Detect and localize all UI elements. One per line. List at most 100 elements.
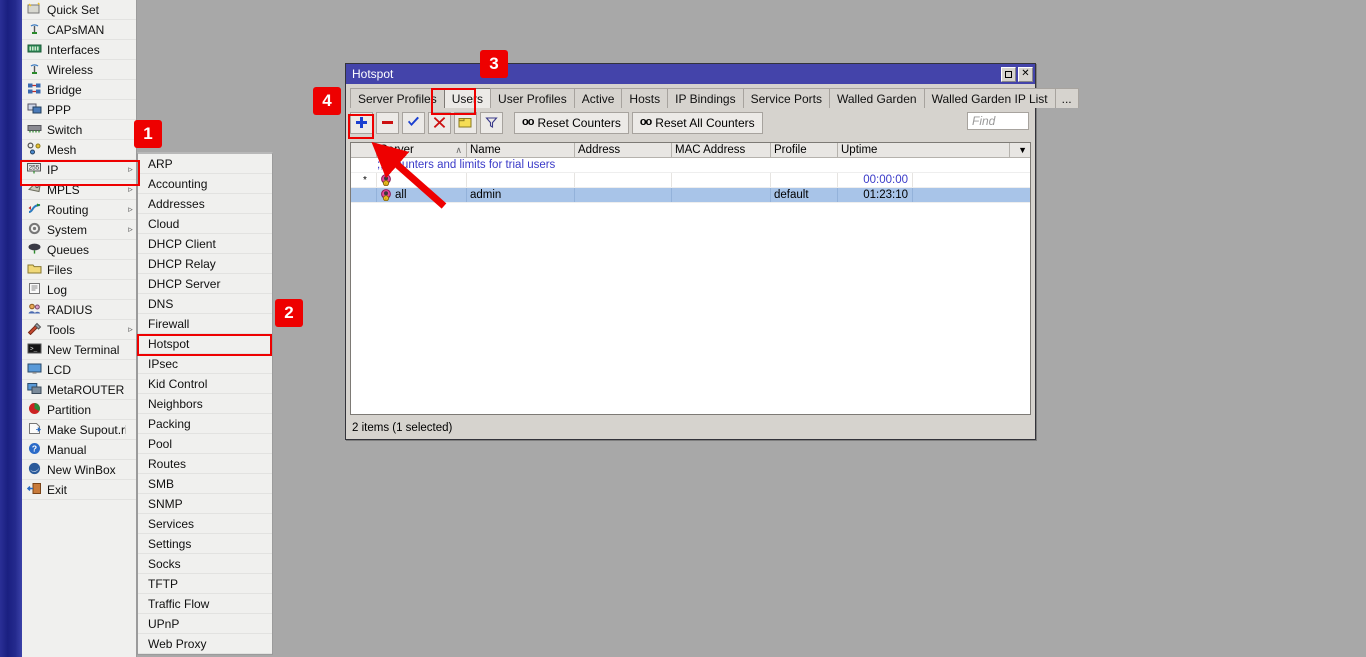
filter-button[interactable] (480, 112, 503, 134)
menu-item-routing[interactable]: Routing▹ (22, 200, 136, 220)
menu-item-new-terminal[interactable]: >_New Terminal (22, 340, 136, 360)
queues-icon (27, 242, 42, 258)
column-header-address[interactable]: Address (575, 143, 672, 157)
submenu-item-smb[interactable]: SMB (138, 474, 272, 494)
submenu-item-addresses[interactable]: Addresses (138, 194, 272, 214)
submenu-item-settings[interactable]: Settings (138, 534, 272, 554)
column-header-name[interactable]: Name (467, 143, 575, 157)
column-header-profile[interactable]: Profile (771, 143, 838, 157)
menu-item-switch[interactable]: Switch (22, 120, 136, 140)
menu-item-wireless[interactable]: Wireless (22, 60, 136, 80)
cell-mac (672, 188, 771, 202)
submenu-item-dns[interactable]: DNS (138, 294, 272, 314)
column-header-flag[interactable] (351, 143, 377, 157)
tab-walled-garden[interactable]: Walled Garden (829, 88, 925, 108)
lcd-icon (27, 362, 42, 378)
menu-item-mpls[interactable]: MPLS▹ (22, 180, 136, 200)
menu-item-metarouter[interactable]: MetaROUTER (22, 380, 136, 400)
table-row[interactable]: *i00:00:00 (351, 173, 1030, 188)
hotspot-user-icon: i (380, 174, 392, 186)
menu-item-capsman[interactable]: CAPsMAN (22, 20, 136, 40)
column-header-label: Uptime (841, 144, 877, 156)
close-button[interactable]: ✕ (1018, 67, 1033, 82)
column-header-uptime[interactable]: Uptime (838, 143, 1010, 157)
submenu-item-snmp[interactable]: SNMP (138, 494, 272, 514)
column-header-label: Name (470, 144, 501, 156)
menu-item-bridge[interactable]: Bridge (22, 80, 136, 100)
reset-all-counters-button[interactable]: oo Reset All Counters (632, 112, 763, 134)
menu-item-ppp[interactable]: PPP (22, 100, 136, 120)
menu-item-radius[interactable]: RADIUS (22, 300, 136, 320)
submenu-item-web-proxy[interactable]: Web Proxy (138, 634, 272, 654)
submenu-item-accounting[interactable]: Accounting (138, 174, 272, 194)
tab-hosts[interactable]: Hosts (621, 88, 668, 108)
menu-item-partition[interactable]: Partition (22, 400, 136, 420)
menu-item-log[interactable]: Log (22, 280, 136, 300)
search-input[interactable]: Find (967, 112, 1029, 130)
tab-ip-bindings[interactable]: IP Bindings (667, 88, 744, 108)
submenu-item-traffic-flow[interactable]: Traffic Flow (138, 594, 272, 614)
submenu-item-dhcp-relay[interactable]: DHCP Relay (138, 254, 272, 274)
submenu-item-ipsec[interactable]: IPsec (138, 354, 272, 374)
table-row[interactable]: ialladmindefault01:23:10 (351, 188, 1030, 203)
submenu-item-tftp[interactable]: TFTP (138, 574, 272, 594)
reset-all-counters-label: Reset All Counters (655, 117, 754, 129)
submenu-item-services[interactable]: Services (138, 514, 272, 534)
submenu-item-label: UPnP (148, 617, 179, 631)
tab-users[interactable]: Users (444, 88, 491, 108)
tab-server-profiles[interactable]: Server Profiles (350, 88, 445, 108)
menu-item-label: Bridge (47, 83, 125, 97)
enable-button[interactable] (402, 112, 425, 134)
metarouter-icon (27, 382, 42, 398)
menu-item-exit[interactable]: Exit (22, 480, 136, 500)
menu-item-new-winbox[interactable]: New WinBox (22, 460, 136, 480)
reset-counters-button[interactable]: oo Reset Counters (514, 112, 629, 134)
column-header-mac-address[interactable]: MAC Address (672, 143, 771, 157)
menu-item-ip[interactable]: 255IP▹ (22, 160, 136, 180)
tab-user-profiles[interactable]: User Profiles (490, 88, 575, 108)
menu-item-tools[interactable]: Tools▹ (22, 320, 136, 340)
submenu-item-kid-control[interactable]: Kid Control (138, 374, 272, 394)
menu-item-label: Interfaces (47, 43, 125, 57)
submenu-item-cloud[interactable]: Cloud (138, 214, 272, 234)
submenu-item-neighbors[interactable]: Neighbors (138, 394, 272, 414)
column-chooser[interactable]: ▼ (1010, 143, 1030, 157)
submenu-item-socks[interactable]: Socks (138, 554, 272, 574)
submenu-item-dhcp-server[interactable]: DHCP Server (138, 274, 272, 294)
add-button[interactable] (350, 112, 373, 134)
tab-walled-garden-ip-list[interactable]: Walled Garden IP List (924, 88, 1056, 108)
submenu-item-packing[interactable]: Packing (138, 414, 272, 434)
submenu-item-firewall[interactable]: Firewall (138, 314, 272, 334)
menu-item-lcd[interactable]: LCD (22, 360, 136, 380)
submenu-item-routes[interactable]: Routes (138, 454, 272, 474)
submenu-item-upnp[interactable]: UPnP (138, 614, 272, 634)
menu-item-interfaces[interactable]: Interfaces (22, 40, 136, 60)
comment-button[interactable] (454, 112, 477, 134)
column-header-server[interactable]: Server∧ (377, 143, 467, 157)
switch-icon (26, 122, 43, 137)
maximize-button[interactable] (1001, 67, 1016, 82)
disable-button[interactable] (428, 112, 451, 134)
menu-item-manual[interactable]: ?Manual (22, 440, 136, 460)
comment-text: ;;; counters and limits for trial users (377, 158, 1030, 172)
menu-item-system[interactable]: System▹ (22, 220, 136, 240)
submenu-item-dhcp-client[interactable]: DHCP Client (138, 234, 272, 254)
submenu-item-arp[interactable]: ARP (138, 154, 272, 174)
menu-item-make-supout-rif[interactable]: Make Supout.rif (22, 420, 136, 440)
tab-active[interactable]: Active (574, 88, 623, 108)
table-comment-row[interactable]: ;;; counters and limits for trial users (351, 158, 1030, 173)
menu-item-queues[interactable]: Queues (22, 240, 136, 260)
menu-item-mesh[interactable]: Mesh (22, 140, 136, 160)
tab--[interactable]: ... (1055, 88, 1079, 108)
radius-icon (26, 302, 43, 317)
toolbar: oo Reset Counters oo Reset All Counters … (346, 108, 1035, 135)
submenu-item-pool[interactable]: Pool (138, 434, 272, 454)
remove-button[interactable] (376, 112, 399, 134)
column-header-label: Address (578, 144, 620, 156)
submenu-item-hotspot[interactable]: Hotspot (138, 334, 272, 354)
tab-service-ports[interactable]: Service Ports (743, 88, 830, 108)
row-flag: * (351, 173, 377, 187)
cell-mac (672, 173, 771, 187)
menu-item-files[interactable]: Files (22, 260, 136, 280)
menu-item-quick-set[interactable]: Quick Set (22, 0, 136, 20)
